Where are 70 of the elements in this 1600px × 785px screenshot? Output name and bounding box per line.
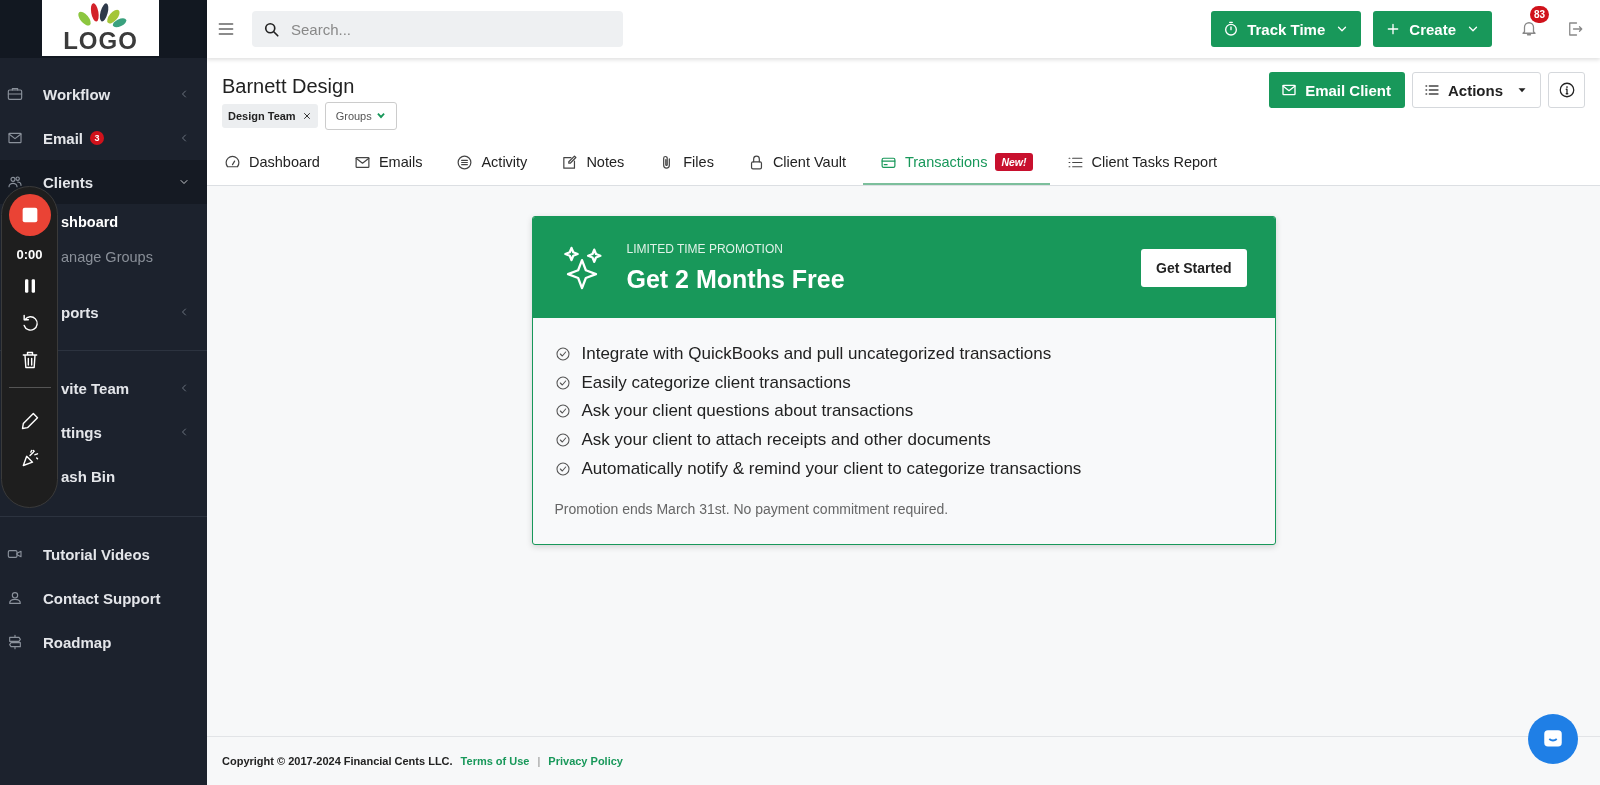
separator: | <box>537 755 541 767</box>
sidebar-item[interactable]: ports <box>54 290 207 334</box>
info-button[interactable] <box>1548 72 1585 108</box>
promo-eyebrow: LIMITED TIME PROMOTION <box>626 240 784 257</box>
signpost-icon <box>7 634 23 650</box>
sidebar-item[interactable]: Clients <box>0 160 207 204</box>
sidebar-item[interactable]: vite Team <box>54 366 207 410</box>
sidebar-item[interactable]: Workflow <box>0 72 207 116</box>
feature-text: Easily categorize client transactions <box>581 372 851 393</box>
notification-badge: 83 <box>1530 6 1550 23</box>
groups-dropdown[interactable]: Groups <box>324 102 397 130</box>
tab[interactable]: Activity <box>439 141 545 185</box>
close-icon[interactable] <box>301 111 312 121</box>
tab[interactable]: Notes <box>544 141 642 185</box>
check-circle-icon <box>554 432 571 449</box>
dropdown-button[interactable]: Create <box>1373 11 1492 47</box>
dropdown-button[interactable]: Track Time <box>1211 11 1362 47</box>
envelope-icon <box>1281 82 1298 98</box>
note-edit-icon <box>561 153 579 171</box>
logo-text: LOGO <box>63 29 138 53</box>
feature-text: Ask your client to attach receipts and other documents <box>581 430 991 451</box>
pencil-icon[interactable] <box>19 411 40 431</box>
envelope-icon <box>7 130 23 146</box>
feature-text: Ask your client questions about transactions <box>581 401 914 422</box>
sidebar-item[interactable]: ttings <box>54 410 207 454</box>
stopwatch-icon <box>1223 21 1240 37</box>
stop-record-button[interactable] <box>8 194 51 236</box>
count-badge: 3 <box>90 131 105 145</box>
actions-dropdown[interactable]: Actions <box>1412 72 1541 108</box>
logout-icon[interactable] <box>1566 20 1584 38</box>
recording-timer: 0:00 <box>16 247 43 262</box>
copyright-text: Copyright © 2017-2024 Financial Cents LLC. <box>222 755 453 767</box>
sidebar-item[interactable]: Email 3 <box>0 116 207 160</box>
briefcase-icon <box>7 86 23 102</box>
check-circle-icon <box>554 374 571 391</box>
promo-title: Get 2 Months Free <box>626 263 846 295</box>
tag-label: Design Team <box>228 110 296 122</box>
client-name: Barnett Design <box>222 74 356 99</box>
tab[interactable]: Emails <box>336 141 440 185</box>
email-client-button[interactable]: Email Client <box>1269 72 1405 108</box>
new-badge: New! <box>995 153 1033 171</box>
list-icon <box>1424 82 1440 98</box>
tab[interactable]: Transactions New! <box>862 141 1050 185</box>
chevron-down-icon <box>375 111 386 121</box>
get-started-button[interactable]: Get Started <box>1141 248 1247 287</box>
check-circle-icon <box>554 403 571 420</box>
chat-button[interactable] <box>1528 714 1578 764</box>
info-icon <box>1557 81 1576 99</box>
check-circle-icon <box>554 346 571 363</box>
feature-text: Integrate with QuickBooks and pull uncategorized transactions <box>581 344 1052 365</box>
logo[interactable]: LOGO <box>42 0 159 56</box>
list-circle-icon <box>456 153 474 171</box>
check-circle-icon <box>554 460 571 477</box>
sidebar-item[interactable]: Roadmap <box>0 620 207 664</box>
sidebar-subitem[interactable]: shboard <box>61 204 207 239</box>
sidebar-item[interactable]: Contact Support <box>0 576 207 620</box>
search-field[interactable]: Search... <box>252 11 623 47</box>
tab[interactable]: Dashboard <box>207 141 337 185</box>
tab[interactable]: Client Vault <box>730 141 863 185</box>
sidebar-subitem[interactable]: anage Groups <box>61 239 207 274</box>
person-icon <box>7 590 23 606</box>
feature-text: Automatically notify & remind your client to categorize transactions <box>581 458 1082 479</box>
tab[interactable]: Files <box>641 141 731 185</box>
bell-icon[interactable] <box>1520 19 1538 37</box>
tag-chip[interactable]: Design Team <box>222 104 318 128</box>
sidebar-item[interactable]: Tutorial Videos <box>0 532 207 576</box>
tab[interactable]: Client Tasks Report <box>1049 141 1234 185</box>
promo-note: Promotion ends March 31st. No payment commitment required. <box>554 499 950 519</box>
users-icon <box>7 174 23 190</box>
sidebar-item[interactable]: ash Bin <box>54 454 207 498</box>
